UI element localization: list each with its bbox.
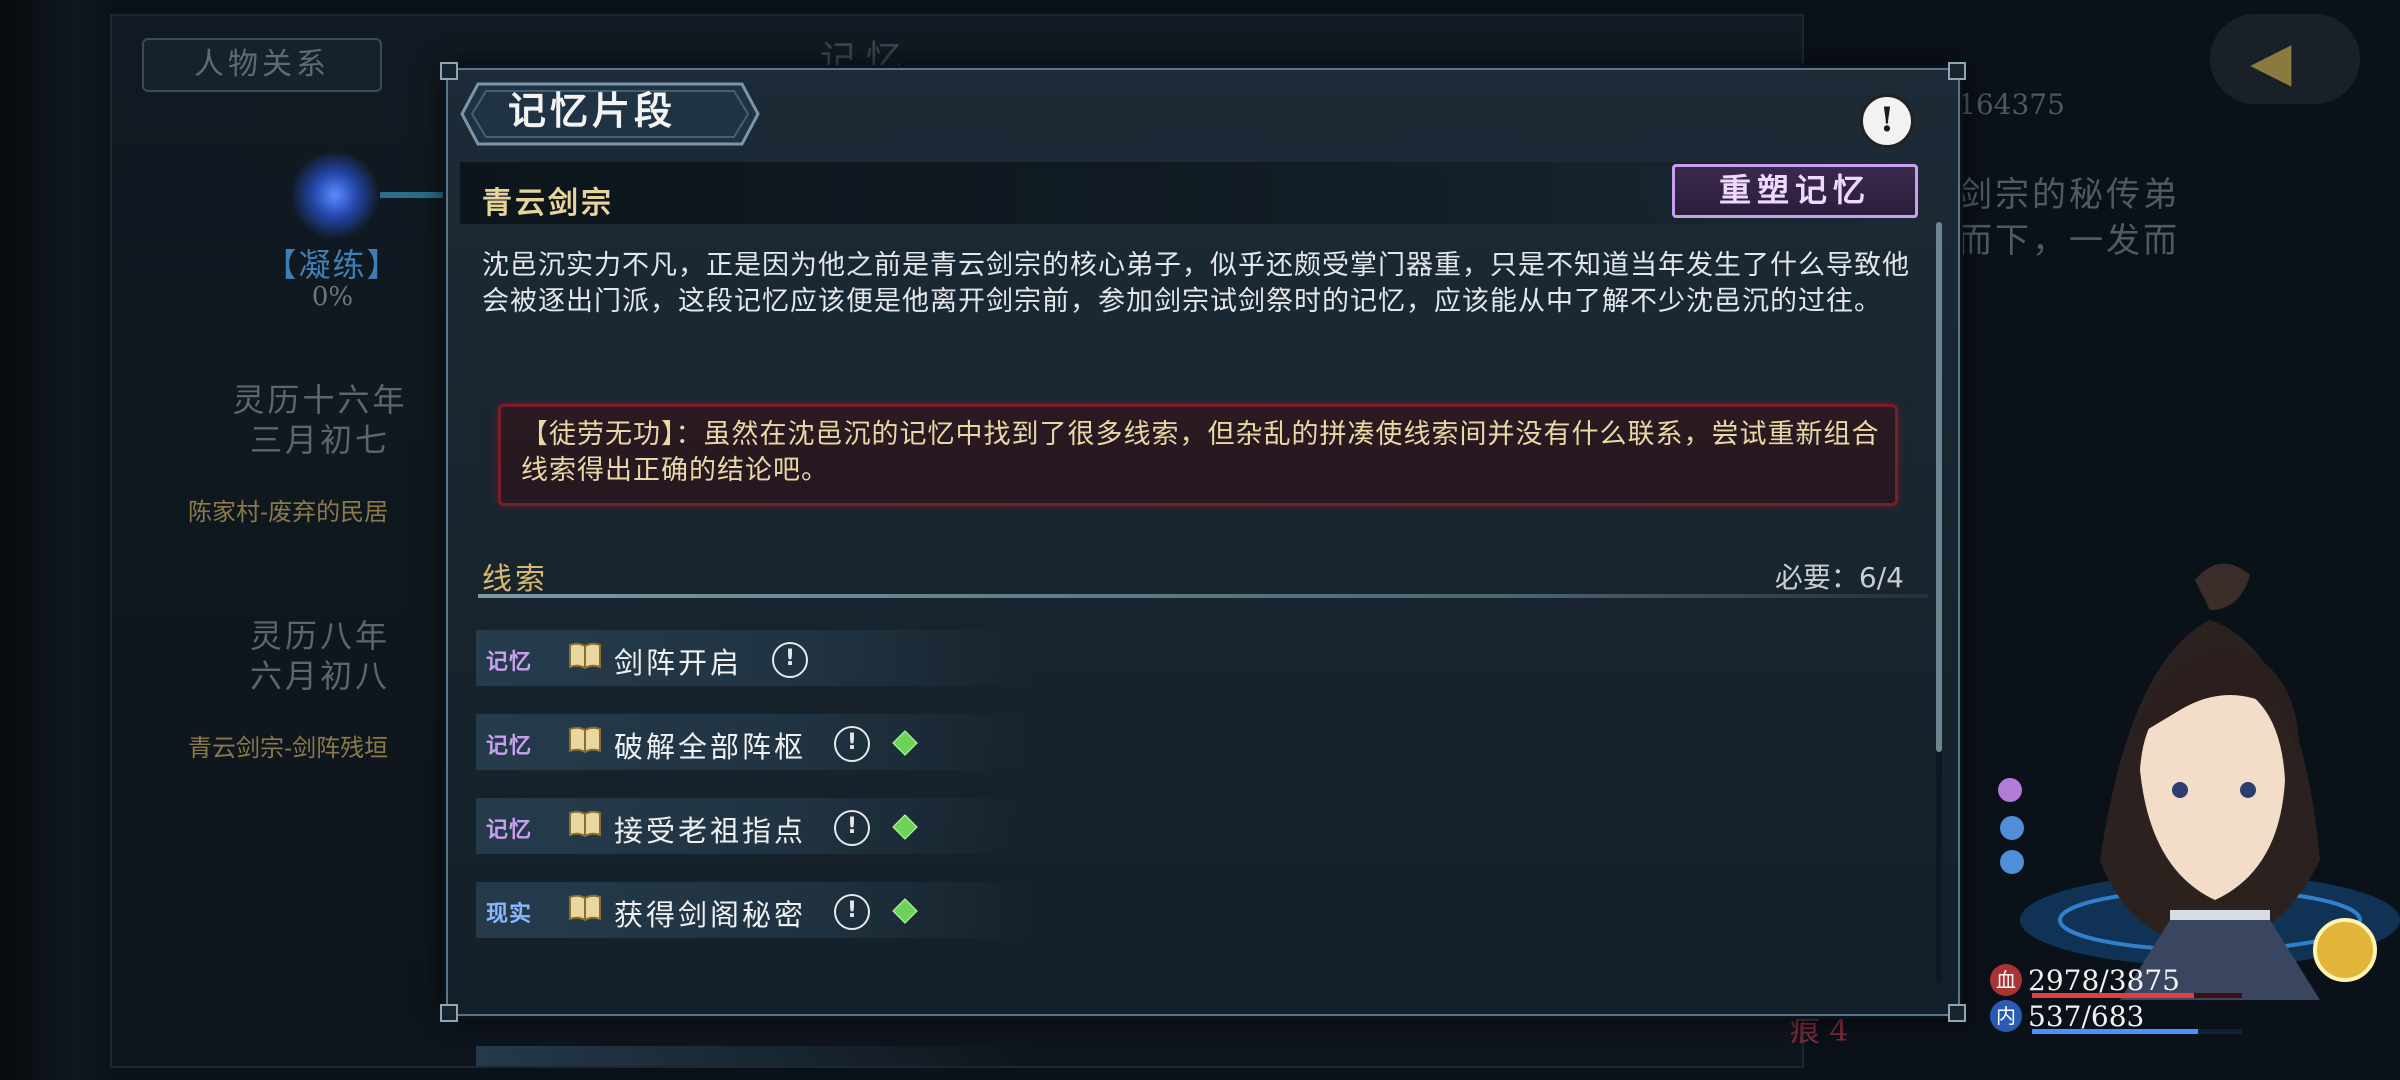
mp-row: 内 537/683 [1990,998,2250,1034]
clue-name: 破解全部阵枢 [614,730,807,764]
back-arrow-icon: ◀ [2250,30,2292,93]
book-icon [569,726,601,754]
memory-node-orb[interactable] [290,150,380,240]
clue-list: 记忆 剑阵开启 ! 记忆 破解全部阵枢 ! 记忆 接受老祖指点 ! 现实 获得剑… [476,630,1036,966]
clue-item-partial-bg [476,1046,1036,1066]
timeline-date-2: 灵历八年 六月初八 [210,616,430,696]
clue-type-tag: 记忆 [486,649,533,675]
warning-text: 【徒劳无功】：虽然在沈邑沉的记忆中找到了很多线索，但杂乱的拼凑使线索间并没有什么… [521,419,1880,486]
dialog-scrollbar[interactable] [1936,222,1942,982]
clue-info-icon[interactable]: ! [772,642,808,678]
timeline-date-1-year: 灵历十六年 [232,381,408,419]
clue-info-icon[interactable]: ! [834,894,870,930]
green-gem-icon [892,730,918,756]
green-gem-icon [892,814,918,840]
timeline-date-1-day: 三月初七 [249,421,390,459]
green-gem-icon [892,898,918,924]
mp-bar-fill [2032,1029,2198,1034]
memory-node-progress: 0% [311,282,354,312]
clue-item[interactable]: 现实 获得剑阁秘密 ! [476,882,1036,938]
clue-type-tag: 记忆 [486,817,533,843]
book-icon [569,894,601,922]
memory-description: 沈邑沉实力不凡，正是因为他之前是青云剑宗的核心弟子，似乎还颇受掌门器重，只是不知… [482,250,1910,317]
background-right-text-line2: 而下，一发而 [1958,221,2180,261]
dialog-title: 记忆片段 [508,88,677,133]
timeline-place-2[interactable]: 青云剑宗-剑阵残垣 [188,728,388,763]
section-title: 青云剑宗 [482,186,614,221]
clue-info-icon[interactable]: ! [834,726,870,762]
memory-node-status: 【凝练】 [264,246,401,284]
dialog-corner-ornament [1948,62,1966,80]
timeline-place-1[interactable]: 陈家村-废弃的民居 [188,492,388,527]
left-edge-panel [0,0,110,1080]
dialog-corner-ornament [440,1004,458,1022]
mp-value: 537/683 [2028,999,2145,1033]
memory-fragment-dialog: 记忆片段 ! 青云剑宗 重塑记忆 沈邑沉实力不凡，正是因为他之前是青云剑宗的核心… [440,62,1966,1066]
clues-required-count: 必要：6/4 [1774,561,1904,594]
background-right-text-line1: 剑宗的秘传弟 [1958,175,2180,215]
clue-name: 接受老祖指点 [614,814,807,848]
clue-item[interactable]: 记忆 破解全部阵枢 ! [476,714,1036,770]
character-portrait [1998,563,2400,1000]
character-hud: 血 2978/3875 内 537/683 [1990,962,2250,1034]
background-right-text: 剑宗的秘传弟 而下，一发而 [1958,172,2180,264]
timeline-date-1: 灵历十六年 三月初七 [210,380,430,460]
memory-node-link [380,192,450,198]
clue-name: 剑阵开启 [614,646,743,680]
clue-item[interactable]: 记忆 剑阵开启 ! [476,630,1036,686]
clue-type-tag: 现实 [486,901,533,927]
hp-row: 血 2978/3875 [1990,962,2250,998]
mp-icon: 内 [1990,1000,2022,1032]
clue-item-partial[interactable] [476,1046,1036,1066]
timeline-date-2-year: 灵历八年 [249,617,390,655]
reshape-memory-button[interactable]: 重塑记忆 [1672,164,1918,218]
clues-heading: 线索 [482,562,548,597]
timeline-date-2-day: 六月初八 [249,657,390,695]
mp-bar [2032,1029,2242,1034]
clues-divider [478,594,1928,598]
dialog-corner-ornament [1948,1004,1966,1022]
help-icon[interactable]: ! [1860,94,1914,148]
warning-box: 【徒劳无功】：虽然在沈邑沉的记忆中找到了很多线索，但杂乱的拼凑使线索间并没有什么… [498,404,1898,506]
book-icon [569,642,601,670]
clue-item[interactable]: 记忆 接受老祖指点 ! [476,798,1036,854]
dialog-scrollbar-thumb[interactable] [1936,222,1942,752]
dialog-corner-ornament [440,62,458,80]
character-relation-tab[interactable]: 人物关系 [142,38,382,92]
background-number: 164375 [1958,88,2065,121]
hp-icon: 血 [1990,964,2022,996]
hp-value: 2978/3875 [2028,963,2180,997]
clue-info-icon[interactable]: ! [834,810,870,846]
book-icon [569,810,601,838]
clue-name: 获得剑阁秘密 [614,898,807,932]
clue-type-tag: 记忆 [486,733,533,759]
